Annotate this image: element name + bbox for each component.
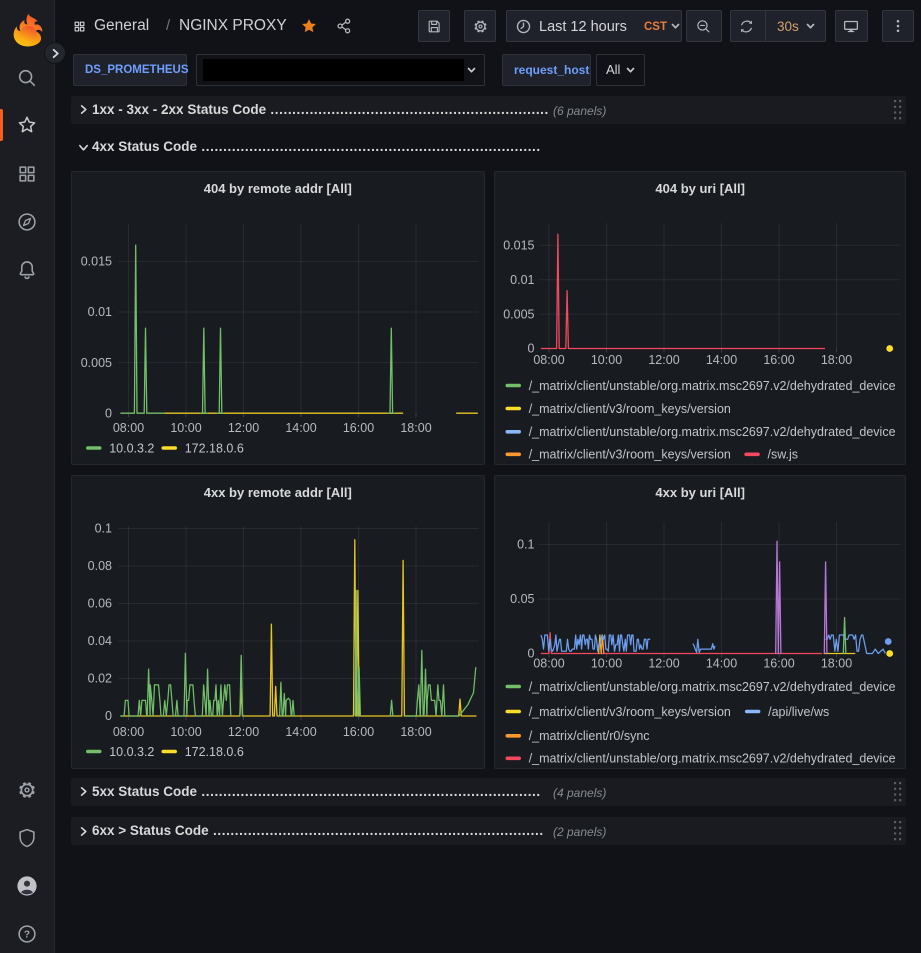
svg-text:16:00: 16:00 (343, 724, 374, 738)
svg-text:18:00: 18:00 (820, 656, 851, 670)
svg-text:0.01: 0.01 (510, 272, 534, 286)
svg-text:/_matrix/client/v3/room_keys/v: /_matrix/client/v3/room_keys/version (528, 704, 730, 718)
svg-text:0.005: 0.005 (81, 355, 112, 369)
svg-text:/_matrix/client/unstable/org.m: /_matrix/client/unstable/org.matrix.msc2… (528, 425, 895, 439)
svg-text:404 by uri [All]: 404 by uri [All] (655, 181, 745, 196)
svg-text:18:00: 18:00 (820, 353, 851, 367)
svg-text:/_matrix/client/unstable/org.m: /_matrix/client/unstable/org.matrix.msc2… (528, 751, 895, 765)
svg-text:0.1: 0.1 (517, 537, 534, 551)
svg-text:4xx by uri [All]: 4xx by uri [All] (655, 485, 745, 500)
svg-text:0: 0 (105, 709, 112, 723)
svg-text:08:00: 08:00 (533, 353, 564, 367)
svg-text:0.05: 0.05 (510, 592, 534, 606)
svg-text:/_matrix/client/v3/room_keys/v: /_matrix/client/v3/room_keys/version (528, 447, 730, 461)
svg-text:14:00: 14:00 (285, 420, 316, 434)
svg-text:14:00: 14:00 (285, 724, 316, 738)
svg-text:14:00: 14:00 (705, 353, 736, 367)
svg-text:0.01: 0.01 (88, 305, 112, 319)
svg-text:10:00: 10:00 (590, 353, 621, 367)
svg-text:404 by remote addr [All]: 404 by remote addr [All] (204, 181, 352, 196)
svg-text:16:00: 16:00 (763, 353, 794, 367)
svg-text:0.08: 0.08 (88, 559, 112, 573)
svg-text:18:00: 18:00 (400, 724, 431, 738)
svg-text:18:00: 18:00 (400, 420, 431, 434)
svg-text:172.18.0.6: 172.18.0.6 (185, 744, 244, 758)
svg-text:12:00: 12:00 (648, 656, 679, 670)
svg-text:/_matrix/client/unstable/org.m: /_matrix/client/unstable/org.matrix.msc2… (528, 378, 895, 392)
svg-text:0.1: 0.1 (95, 521, 112, 535)
svg-text:16:00: 16:00 (343, 420, 374, 434)
svg-text:10.0.3.2: 10.0.3.2 (109, 441, 154, 455)
svg-text:0.015: 0.015 (81, 254, 112, 268)
svg-text:14:00: 14:00 (705, 656, 736, 670)
svg-text:0: 0 (105, 406, 112, 420)
svg-text:4xx by remote addr [All]: 4xx by remote addr [All] (204, 485, 352, 500)
svg-text:172.18.0.6: 172.18.0.6 (185, 441, 244, 455)
svg-text:/api/live/ws: /api/live/ws (768, 704, 829, 718)
svg-text:10.0.3.2: 10.0.3.2 (109, 744, 154, 758)
svg-text:12:00: 12:00 (228, 724, 259, 738)
svg-text:0.005: 0.005 (503, 307, 534, 321)
svg-text:/_matrix/client/v3/room_keys/v: /_matrix/client/v3/room_keys/version (528, 401, 730, 415)
svg-text:/_matrix/client/unstable/org.m: /_matrix/client/unstable/org.matrix.msc2… (528, 679, 895, 693)
svg-text:/_matrix/client/r0/sync: /_matrix/client/r0/sync (528, 729, 649, 743)
svg-text:10:00: 10:00 (590, 656, 621, 670)
svg-text:12:00: 12:00 (648, 353, 679, 367)
svg-text:/sw.js: /sw.js (767, 447, 798, 461)
svg-text:0.04: 0.04 (88, 634, 112, 648)
svg-text:0.02: 0.02 (88, 671, 112, 685)
svg-text:0.06: 0.06 (88, 596, 112, 610)
svg-text:08:00: 08:00 (533, 656, 564, 670)
svg-text:10:00: 10:00 (170, 420, 201, 434)
svg-text:08:00: 08:00 (113, 420, 144, 434)
svg-text:12:00: 12:00 (228, 420, 259, 434)
svg-text:08:00: 08:00 (113, 724, 144, 738)
svg-text:0.015: 0.015 (503, 238, 534, 252)
svg-text:16:00: 16:00 (763, 656, 794, 670)
svg-text:10:00: 10:00 (170, 724, 201, 738)
svg-text:?: ? (24, 930, 30, 941)
